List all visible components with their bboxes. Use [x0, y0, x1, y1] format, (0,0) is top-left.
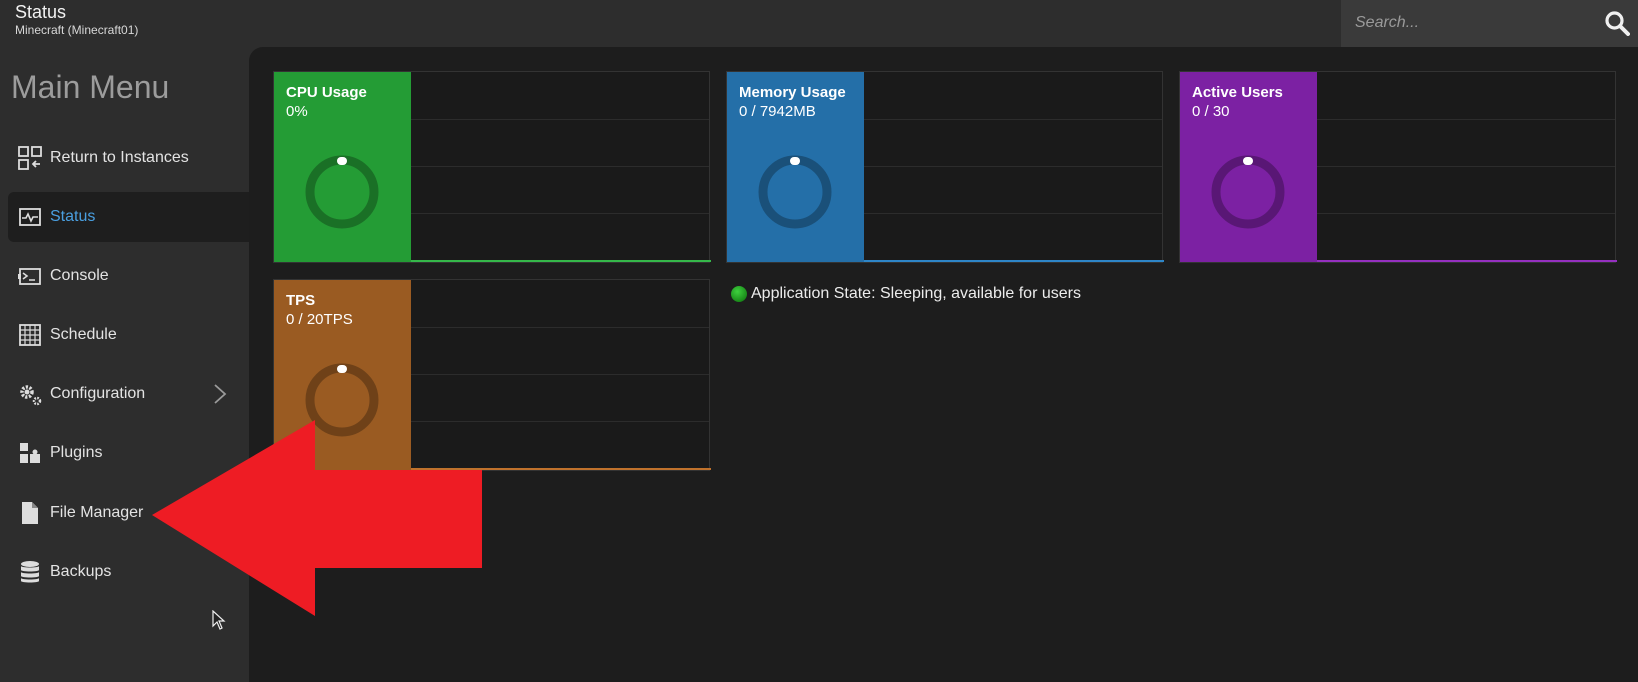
sidebar-item-label: Status: [50, 208, 96, 225]
card-label: Memory Usage: [739, 84, 846, 101]
usage-graph: [1317, 72, 1615, 262]
database-icon: [21, 561, 39, 583]
tps-card: TPS 0 / 20TPS: [273, 279, 711, 471]
graph-baseline: [411, 260, 711, 262]
sidebar-item-label: Backups: [50, 563, 112, 580]
sidebar-item-status[interactable]: Status: [8, 192, 249, 242]
main-content: CPU Usage 0% Memory Usage 0 / 7942MB Act…: [249, 47, 1638, 682]
plugins-icon: [20, 443, 40, 463]
card-value: 0%: [286, 103, 308, 120]
sidebar-item-file-manager[interactable]: File Manager: [8, 488, 249, 538]
usage-ring: [1211, 155, 1285, 229]
status-indicator-dot: [731, 286, 747, 302]
application-state: Application State: Sleeping, available f…: [731, 285, 1081, 303]
schedule-icon: [19, 324, 41, 346]
sidebar: Main Menu Return to Instances Status Con…: [0, 47, 249, 682]
search-icon[interactable]: [1604, 10, 1630, 36]
card-color-block: Memory Usage 0 / 7942MB: [727, 72, 864, 262]
sidebar-item-label: Schedule: [50, 326, 117, 343]
status-icon: [19, 208, 41, 226]
graph-baseline: [1317, 260, 1617, 262]
file-icon: [22, 502, 38, 524]
usage-ring: [758, 155, 832, 229]
search-input[interactable]: [1355, 10, 1585, 36]
card-label: Active Users: [1192, 84, 1283, 101]
sidebar-item-backups[interactable]: Backups: [8, 547, 249, 597]
sidebar-item-schedule[interactable]: Schedule: [8, 310, 249, 360]
application-state-text: Application State: Sleeping, available f…: [751, 285, 1081, 302]
card-color-block: CPU Usage 0%: [274, 72, 411, 262]
card-value: 0 / 7942MB: [739, 103, 816, 120]
sidebar-item-label: Console: [50, 267, 109, 284]
usage-ring: [305, 363, 379, 437]
search-box: [1341, 0, 1638, 47]
sidebar-item-label: File Manager: [50, 504, 144, 521]
active-users-card: Active Users 0 / 30: [1179, 71, 1617, 263]
card-color-block: TPS 0 / 20TPS: [274, 280, 411, 470]
top-bar: Status Minecraft (Minecraft01): [0, 0, 1638, 47]
card-value: 0 / 30: [1192, 103, 1230, 120]
sidebar-item-label: Plugins: [50, 444, 103, 461]
usage-graph: [411, 280, 709, 470]
graph-baseline: [411, 468, 711, 470]
menu-title: Main Menu: [11, 69, 170, 105]
card-value: 0 / 20TPS: [286, 311, 353, 328]
page-title: Status: [15, 2, 67, 22]
sidebar-item-label: Return to Instances: [50, 149, 189, 166]
gear-icon: [20, 385, 42, 406]
sidebar-item-configuration[interactable]: Configuration: [8, 369, 249, 419]
memory-usage-card: Memory Usage 0 / 7942MB: [726, 71, 1164, 263]
usage-graph: [864, 72, 1162, 262]
usage-ring: [305, 155, 379, 229]
chevron-right-icon: [214, 384, 227, 404]
sidebar-item-console[interactable]: Console: [8, 251, 249, 301]
instance-subtitle: Minecraft (Minecraft01): [15, 23, 139, 37]
sidebar-item-return-to-instances[interactable]: Return to Instances: [8, 133, 249, 183]
usage-graph: [411, 72, 709, 262]
sidebar-item-plugins[interactable]: Plugins: [8, 428, 249, 478]
sidebar-item-label: Configuration: [50, 385, 146, 402]
console-icon: [18, 268, 41, 285]
card-label: CPU Usage: [286, 84, 367, 101]
card-color-block: Active Users 0 / 30: [1180, 72, 1317, 262]
return-instances-icon: [18, 146, 42, 170]
graph-baseline: [864, 260, 1164, 262]
card-label: TPS: [286, 292, 316, 309]
cpu-usage-card: CPU Usage 0%: [273, 71, 711, 263]
mouse-cursor-icon: [212, 610, 226, 630]
